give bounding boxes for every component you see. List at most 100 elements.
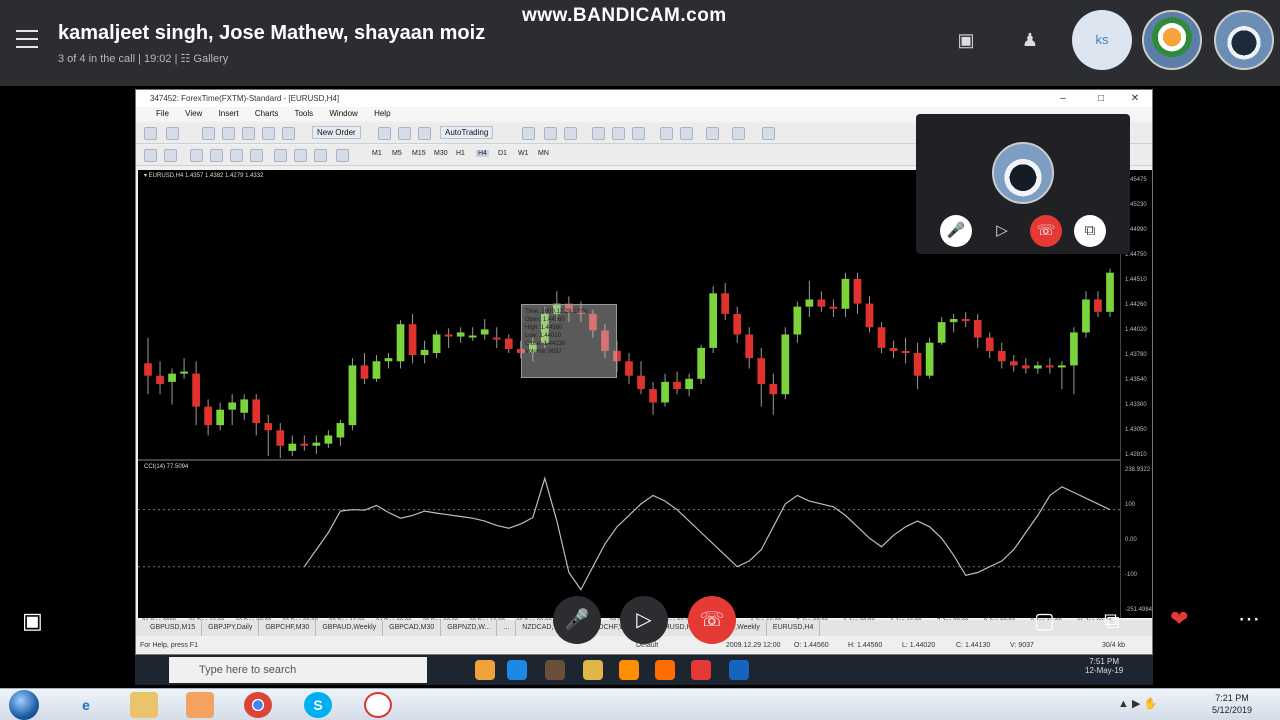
layout-icon[interactable]: ▣: [954, 30, 978, 50]
candlesticks-icon[interactable]: [544, 127, 557, 140]
add-people-icon[interactable]: ♟: [1018, 30, 1042, 50]
candle[interactable]: [252, 394, 261, 436]
candle[interactable]: [180, 358, 188, 379]
self-view-panel[interactable]: 🎤 ▷ ☏ ⧉: [916, 114, 1130, 254]
symbol-tab[interactable]: GBPUSD,M15: [144, 620, 203, 636]
candle[interactable]: [937, 316, 946, 345]
candle[interactable]: [1009, 355, 1018, 372]
windows-search-box[interactable]: Type here to search: [169, 657, 427, 683]
symbol-tab[interactable]: GBPCHF,M30: [259, 620, 317, 636]
skype-icon[interactable]: S: [304, 692, 332, 718]
symbol-tab[interactable]: ...: [497, 620, 517, 636]
new-chart-icon[interactable]: [144, 127, 157, 140]
candle[interactable]: [961, 311, 970, 328]
candle[interactable]: [733, 306, 742, 343]
candle[interactable]: [817, 291, 826, 312]
candle[interactable]: [216, 402, 225, 431]
firefox-icon[interactable]: [655, 660, 675, 680]
candle[interactable]: [685, 373, 693, 397]
restore-window-icon[interactable]: ⧉: [1074, 215, 1106, 247]
bar-chart-icon[interactable]: [522, 127, 535, 140]
candle[interactable]: [360, 353, 369, 384]
candle[interactable]: [985, 332, 994, 359]
candle[interactable]: [384, 353, 393, 369]
candle[interactable]: [456, 327, 465, 343]
screenshot-icon[interactable]: ▣: [22, 608, 43, 634]
bandicam-icon[interactable]: [364, 692, 392, 718]
candle[interactable]: [829, 299, 838, 317]
end-call-icon[interactable]: ☏: [1030, 215, 1062, 247]
chat-icon[interactable]: ▢: [1034, 608, 1055, 634]
candle[interactable]: [925, 337, 934, 379]
start-button[interactable]: [9, 690, 39, 720]
candle[interactable]: [1033, 361, 1042, 374]
menu-help[interactable]: Help: [374, 109, 390, 118]
candle[interactable]: [432, 330, 441, 359]
symbol-tab[interactable]: GBPJPY,Daily: [202, 620, 260, 636]
candle[interactable]: [312, 435, 321, 454]
candle[interactable]: [1021, 358, 1030, 374]
candle[interactable]: [625, 353, 633, 384]
vertical-line-icon[interactable]: [190, 149, 203, 162]
new-order-button[interactable]: New Order: [312, 126, 361, 139]
zoom-out-icon[interactable]: [612, 127, 625, 140]
timeframe-h1[interactable]: H1: [456, 150, 465, 157]
auto-scroll-icon[interactable]: [680, 127, 693, 140]
avatar[interactable]: [1214, 10, 1274, 70]
tile-windows-icon[interactable]: [632, 127, 645, 140]
signals-icon[interactable]: [418, 127, 431, 140]
arrows-icon[interactable]: [336, 149, 349, 162]
channel-icon[interactable]: [250, 149, 263, 162]
candle[interactable]: [276, 423, 285, 459]
candle[interactable]: [781, 327, 790, 400]
market-watch-icon[interactable]: [202, 127, 215, 140]
candle[interactable]: [372, 355, 381, 382]
candle[interactable]: [913, 342, 922, 390]
tray-icons[interactable]: ▲ ▶ ✋: [1118, 697, 1157, 710]
candle[interactable]: [1094, 291, 1102, 317]
candle[interactable]: [637, 361, 645, 395]
vlc-icon[interactable]: [619, 660, 639, 680]
candle[interactable]: [396, 320, 405, 369]
candle[interactable]: [661, 373, 669, 407]
candle[interactable]: [1058, 361, 1066, 390]
symbol-tab[interactable]: GBPAUD,Weekly: [316, 620, 384, 636]
candle[interactable]: [805, 280, 814, 317]
candle[interactable]: [468, 327, 477, 341]
cursor-icon[interactable]: [144, 149, 157, 162]
chrome-icon[interactable]: [691, 660, 711, 680]
profiles-icon[interactable]: [166, 127, 179, 140]
timeframe-w1[interactable]: W1: [518, 150, 529, 157]
candle[interactable]: [492, 327, 501, 348]
menu-window[interactable]: Window: [329, 109, 357, 118]
candle[interactable]: [240, 394, 249, 420]
file-explorer-icon[interactable]: [130, 692, 158, 718]
candle[interactable]: [853, 272, 862, 314]
candle[interactable]: [300, 435, 309, 451]
timeframe-h4[interactable]: H4: [476, 150, 489, 157]
close-button[interactable]: ✕: [1122, 90, 1148, 107]
candle[interactable]: [480, 319, 489, 340]
file-explorer-icon[interactable]: [583, 660, 603, 680]
system-clock[interactable]: 7:21 PM 5/12/2019: [1212, 692, 1252, 716]
app-icon[interactable]: [507, 660, 527, 680]
symbol-tab[interactable]: GBPNZD,W...: [441, 620, 498, 636]
candle[interactable]: [408, 313, 417, 364]
symbol-tab[interactable]: GBPCAD,M30: [383, 620, 442, 636]
data-window-icon[interactable]: [222, 127, 235, 140]
candle[interactable]: [697, 344, 705, 384]
candle[interactable]: [865, 296, 874, 333]
candle[interactable]: [973, 313, 982, 348]
internet-explorer-icon[interactable]: e: [72, 692, 100, 718]
candle[interactable]: [1106, 268, 1114, 317]
timeframe-m5[interactable]: M5: [392, 150, 402, 157]
candle[interactable]: [156, 361, 164, 395]
candle[interactable]: [1070, 327, 1078, 395]
hang-up-icon[interactable]: ☏: [688, 596, 736, 644]
candle[interactable]: [709, 286, 718, 354]
camera-off-icon[interactable]: ▷: [620, 596, 668, 644]
avatar[interactable]: ks: [1072, 10, 1132, 70]
candle[interactable]: [444, 328, 453, 348]
candle[interactable]: [745, 327, 754, 369]
mute-microphone-icon[interactable]: 🎤: [553, 596, 601, 644]
